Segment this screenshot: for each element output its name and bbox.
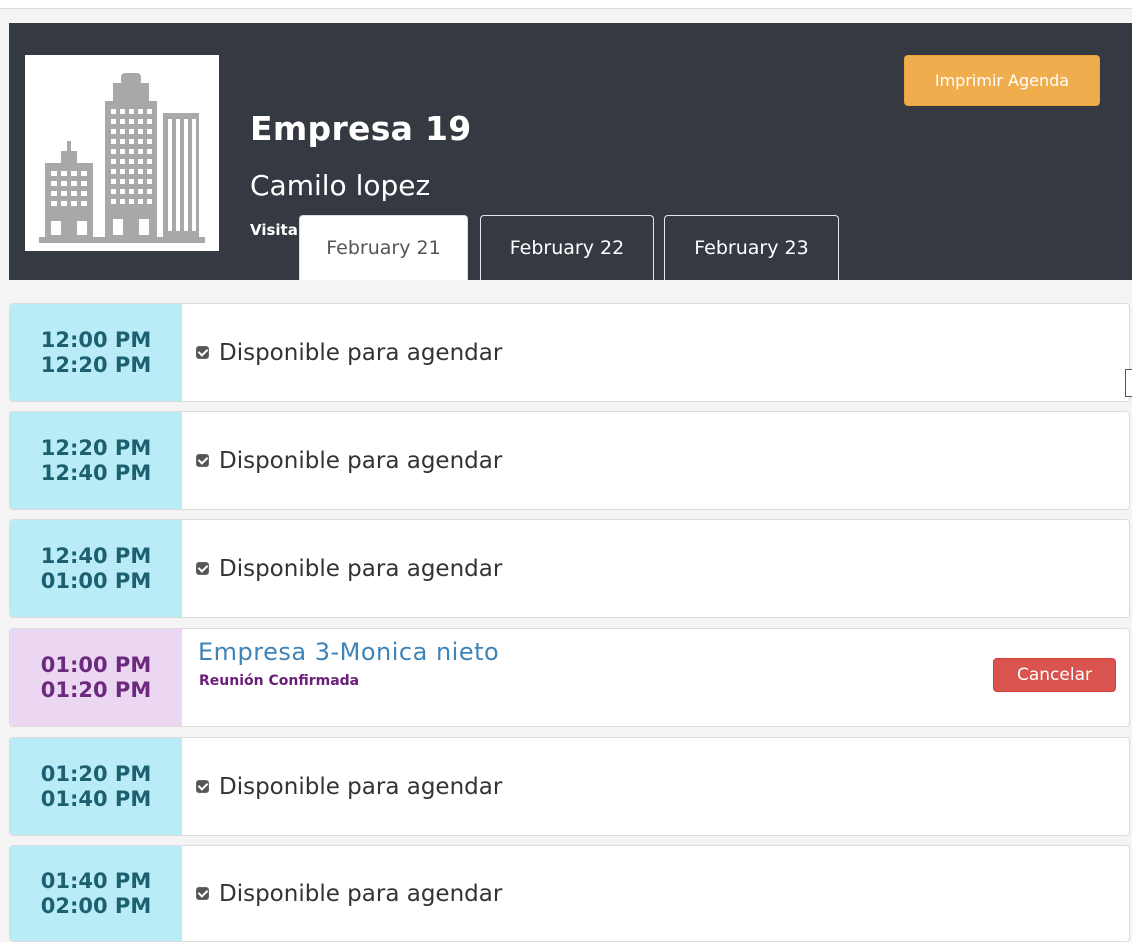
meeting-title-link[interactable]: Empresa 3-Monica nieto bbox=[198, 638, 499, 666]
checkbox-icon[interactable] bbox=[196, 346, 209, 359]
slot-start-time: 01:40 PM bbox=[40, 868, 152, 893]
tab-label: February 22 bbox=[509, 237, 625, 259]
slot-time: 01:20 PM 01:40 PM bbox=[10, 738, 182, 835]
slot-time: 12:20 PM 12:40 PM bbox=[10, 412, 182, 509]
time-slot-booked[interactable]: 01:00 PM 01:20 PM Empresa 3-Monica nieto… bbox=[9, 628, 1130, 727]
slot-start-time: 12:40 PM bbox=[40, 543, 152, 568]
visit-label: Visita bbox=[250, 221, 298, 239]
slot-time: 12:00 PM 12:20 PM bbox=[10, 304, 182, 401]
slot-end-time: 01:40 PM bbox=[40, 786, 152, 811]
company-name: Empresa 19 bbox=[250, 109, 472, 148]
availability-label: Disponible para agendar bbox=[219, 447, 503, 474]
checkbox-icon[interactable] bbox=[196, 887, 209, 900]
time-slot[interactable]: 12:40 PM 01:00 PM Disponible para agenda… bbox=[9, 519, 1130, 618]
slot-start-time: 01:00 PM bbox=[40, 652, 152, 677]
slot-end-time: 01:00 PM bbox=[40, 568, 152, 593]
slot-end-time: 01:20 PM bbox=[40, 677, 152, 702]
tab-february-22[interactable]: February 22 bbox=[480, 215, 654, 280]
slot-start-time: 12:00 PM bbox=[40, 327, 152, 352]
top-bar bbox=[0, 0, 1132, 9]
tab-february-21[interactable]: February 21 bbox=[299, 215, 468, 280]
availability: Disponible para agendar bbox=[196, 738, 502, 835]
cancel-meeting-button[interactable]: Cancelar bbox=[993, 658, 1116, 692]
availability: Disponible para agendar bbox=[196, 846, 502, 941]
agenda-header: Empresa 19 Camilo lopez Visita Imprimir … bbox=[9, 23, 1132, 280]
buildings-icon bbox=[39, 73, 205, 243]
time-slot[interactable]: 01:40 PM 02:00 PM Disponible para agenda… bbox=[9, 845, 1130, 942]
availability-label: Disponible para agendar bbox=[219, 555, 503, 582]
slot-end-time: 12:20 PM bbox=[40, 352, 152, 377]
tab-label: February 21 bbox=[326, 237, 441, 259]
slot-start-time: 12:20 PM bbox=[40, 435, 152, 460]
slot-start-time: 01:20 PM bbox=[40, 761, 152, 786]
availability: Disponible para agendar bbox=[196, 412, 502, 509]
tab-february-23[interactable]: February 23 bbox=[664, 215, 839, 280]
slot-time: 01:00 PM 01:20 PM bbox=[10, 629, 182, 726]
slot-time: 12:40 PM 01:00 PM bbox=[10, 520, 182, 617]
slot-end-time: 12:40 PM bbox=[40, 460, 152, 485]
time-slot[interactable]: 12:20 PM 12:40 PM Disponible para agenda… bbox=[9, 411, 1130, 510]
availability: Disponible para agendar bbox=[196, 304, 502, 401]
time-slot[interactable]: 01:20 PM 01:40 PM Disponible para agenda… bbox=[9, 737, 1130, 836]
checkbox-icon[interactable] bbox=[196, 454, 209, 467]
contact-name: Camilo lopez bbox=[250, 169, 431, 202]
checkbox-icon[interactable] bbox=[196, 562, 209, 575]
tab-label: February 23 bbox=[694, 237, 809, 259]
slot-end-time: 02:00 PM bbox=[40, 893, 152, 918]
checkbox-icon[interactable] bbox=[196, 780, 209, 793]
meeting-status: Reunión Confirmada bbox=[199, 673, 360, 689]
availability: Disponible para agendar bbox=[196, 520, 502, 617]
slot-time: 01:40 PM 02:00 PM bbox=[10, 846, 182, 941]
availability-label: Disponible para agendar bbox=[219, 339, 503, 366]
scroll-edge bbox=[1125, 369, 1132, 397]
availability-label: Disponible para agendar bbox=[219, 773, 503, 800]
time-slot[interactable]: 12:00 PM 12:20 PM Disponible para agenda… bbox=[9, 303, 1130, 402]
availability-label: Disponible para agendar bbox=[219, 880, 503, 907]
print-agenda-button[interactable]: Imprimir Agenda bbox=[904, 55, 1100, 106]
company-logo bbox=[25, 55, 219, 251]
